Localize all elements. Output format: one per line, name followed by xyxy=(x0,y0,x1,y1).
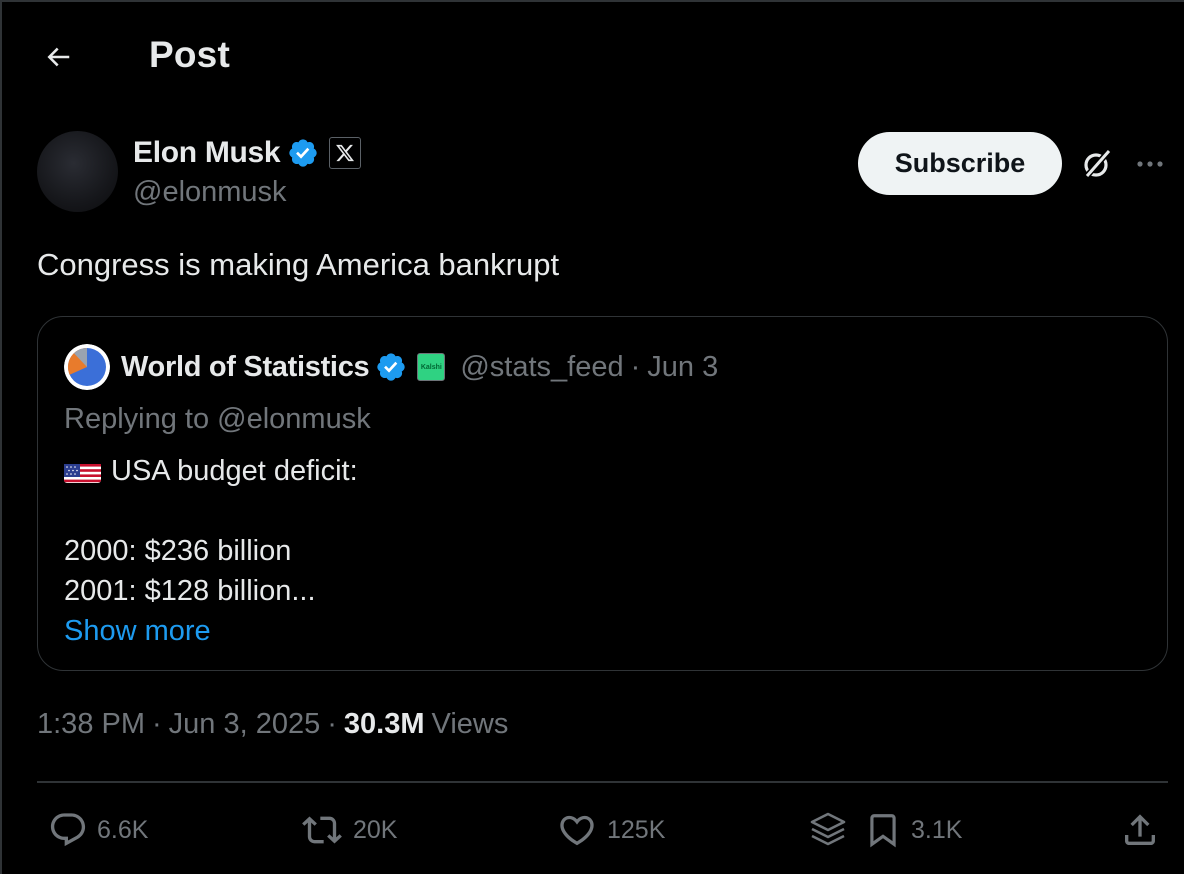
heart-icon xyxy=(556,810,598,850)
x-logo-icon[interactable] xyxy=(329,137,362,169)
quoted-post-date[interactable]: Jun 3 xyxy=(647,351,718,384)
back-button[interactable] xyxy=(36,35,80,79)
author-avatar[interactable] xyxy=(37,131,118,212)
author-handle[interactable]: @elonmusk xyxy=(133,176,287,209)
window-edge-top xyxy=(0,0,1184,2)
action-bar: 6.6K 20K 125K 3.1K xyxy=(0,800,1184,860)
arrow-left-icon xyxy=(43,42,73,72)
repost-count: 20K xyxy=(353,815,398,844)
reply-count: 6.6K xyxy=(97,815,149,844)
quoted-author-name[interactable]: World of Statistics xyxy=(121,351,370,384)
bookmark-button[interactable]: 3.1K xyxy=(864,800,962,860)
grok-analyze-button[interactable] xyxy=(807,800,849,860)
more-horizontal-icon xyxy=(1135,159,1165,169)
like-count: 125K xyxy=(607,815,666,844)
grok-icon xyxy=(1080,147,1114,181)
views-count[interactable]: 30.3M xyxy=(344,708,425,741)
quoted-post-header: World of Statistics Kalshi @stats_feed ·… xyxy=(64,344,718,390)
quoted-post-line-text: USA budget deficit: xyxy=(111,455,358,487)
verified-badge-icon[interactable] xyxy=(287,137,319,169)
quoted-post-text: USA budget deficit: 2000: $236 billion 2… xyxy=(64,451,358,651)
repost-button[interactable]: 20K xyxy=(300,800,397,860)
more-options-button[interactable] xyxy=(1130,145,1170,183)
subscribe-button[interactable]: Subscribe xyxy=(858,132,1062,195)
bookmark-icon xyxy=(864,810,902,850)
bookmark-count: 3.1K xyxy=(911,815,963,844)
verified-badge-icon[interactable] xyxy=(375,351,407,383)
replying-to: Replying to @elonmusk xyxy=(64,403,371,435)
grok-button[interactable] xyxy=(1078,145,1116,183)
window-edge-left xyxy=(0,0,2,874)
layers-icon xyxy=(807,809,849,851)
quoted-post-line: 2000: $236 billion xyxy=(64,535,292,567)
author-name-row: Elon Musk xyxy=(133,135,362,171)
us-flag-icon xyxy=(64,459,101,483)
separator-dot: · xyxy=(327,708,337,740)
divider xyxy=(37,781,1168,783)
post-text: Congress is making America bankrupt xyxy=(37,247,560,282)
quoted-post-line: USA budget deficit: xyxy=(64,451,358,491)
repost-icon xyxy=(300,810,344,850)
share-button[interactable] xyxy=(1120,800,1160,860)
post-metadata: 1:38 PM · Jun 3, 2025 · 30.3M Views xyxy=(37,708,508,741)
reply-button[interactable]: 6.6K xyxy=(48,800,148,860)
quoted-author-handle[interactable]: @stats_feed xyxy=(460,351,623,384)
quoted-post[interactable]: World of Statistics Kalshi @stats_feed ·… xyxy=(37,316,1168,671)
like-button[interactable]: 125K xyxy=(556,800,665,860)
views-label[interactable]: Views xyxy=(432,708,509,741)
page-title: Post xyxy=(149,34,230,75)
quoted-author-avatar[interactable] xyxy=(64,344,110,390)
separator-dot: · xyxy=(630,350,641,383)
post-date[interactable]: Jun 3, 2025 xyxy=(169,708,321,741)
author-name[interactable]: Elon Musk xyxy=(133,136,281,170)
post-author: Elon Musk @elonmusk Subscribe xyxy=(37,131,1167,216)
show-more-link[interactable]: Show more xyxy=(64,611,211,651)
share-icon xyxy=(1120,810,1160,850)
reply-icon xyxy=(48,810,88,850)
kalshi-affiliation-badge[interactable]: Kalshi xyxy=(417,353,446,381)
page-header: Post xyxy=(0,20,1184,90)
separator-dot: · xyxy=(152,708,162,740)
post-time[interactable]: 1:38 PM xyxy=(37,708,145,741)
quoted-post-line: 2001: $128 billion... xyxy=(64,575,316,607)
